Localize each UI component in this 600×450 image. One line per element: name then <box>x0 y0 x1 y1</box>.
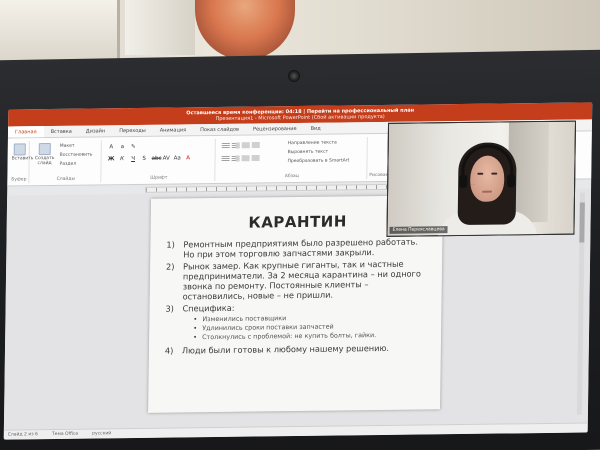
font-group: A a ✎ Ж К Ч S abc AV Aa A Шрифт <box>103 138 216 183</box>
paste-button[interactable]: Вставить <box>12 143 33 161</box>
font-color-icon[interactable]: A <box>185 155 192 161</box>
item-text: Люди были готовы к любому нашему решению… <box>181 342 390 356</box>
tab-view[interactable]: Вид <box>304 123 328 134</box>
group-label: Буфер <box>11 177 27 183</box>
slides-group: Создать слайд Макет Восстановить Раздел … <box>31 140 102 184</box>
list-controls <box>221 142 260 149</box>
item-text: Специфика: <box>182 302 235 314</box>
group-label: Абзац <box>284 173 299 180</box>
case-icon[interactable]: Aa <box>174 155 181 161</box>
align-controls <box>221 155 260 162</box>
list-item: 1) Ремонтным предприятиям было разрешено… <box>166 236 428 260</box>
outdent-icon[interactable] <box>241 142 250 149</box>
bullets-icon[interactable] <box>221 142 230 149</box>
participant-mouth <box>482 190 493 193</box>
new-slide-icon <box>38 143 51 156</box>
theme-name: Тема Office <box>51 431 79 438</box>
webcam-icon <box>288 70 300 82</box>
video-participant-tile[interactable]: Елена Переяславцева <box>386 120 577 237</box>
align-left-icon[interactable] <box>221 155 230 162</box>
list-item: 2) Рынок замер. Как крупные гиганты, так… <box>166 258 429 302</box>
paste-icon <box>13 143 26 156</box>
sub-list: Изменились поставщики Удлинились сроки п… <box>193 312 427 342</box>
shadow-icon[interactable]: S <box>141 156 148 162</box>
tab-insert[interactable]: Вставка <box>44 126 79 137</box>
layout-button[interactable]: Макет <box>60 144 75 149</box>
reset-button[interactable]: Восстановить <box>60 153 93 158</box>
bold-icon[interactable]: Ж <box>108 156 115 162</box>
font-size-controls: A a ✎ <box>108 144 137 150</box>
laptop-screen: Оставшееся время конференции: 04:18 | Пе… <box>3 102 593 440</box>
strikethrough-icon[interactable]: abc <box>152 156 162 162</box>
room-shelf <box>125 0 195 55</box>
align-center-icon[interactable] <box>231 155 240 162</box>
tab-slideshow[interactable]: Показ слайдов <box>193 124 246 136</box>
new-slide-button[interactable]: Создать слайд <box>34 143 56 166</box>
tab-animation[interactable]: Анимация <box>153 124 194 135</box>
item-number: 2) <box>166 261 175 272</box>
font-shrink-icon[interactable]: a <box>119 144 126 150</box>
italic-icon[interactable]: К <box>119 156 126 162</box>
item-text: Рынок замер. Как крупные гиганты, так и … <box>182 258 421 302</box>
participant-name: Елена Переяславцева <box>389 226 448 234</box>
item-text: Ремонтным предприятиям было разрешено ра… <box>183 236 419 260</box>
section-button[interactable]: Раздел <box>60 162 77 167</box>
headset-earcup <box>459 174 468 189</box>
sub-list-item: Столкнулись с проблемой: не купить болты… <box>193 330 427 342</box>
group-label: Слайды <box>56 176 76 182</box>
justify-icon[interactable] <box>251 155 260 162</box>
smartart-button[interactable]: Преобразовать в SmartArt <box>287 158 349 164</box>
font-style-controls: Ж К Ч S abc AV Aa A <box>108 155 192 162</box>
text-direction-button[interactable]: Направление текста <box>288 141 337 147</box>
underline-icon[interactable]: Ч <box>130 156 137 162</box>
slide-counter: Слайд 2 из 6 <box>7 432 38 438</box>
headset-earcup <box>507 174 516 188</box>
group-label: Шрифт <box>150 175 168 181</box>
list-item: 3) Специфика: <box>165 300 427 314</box>
numbering-icon[interactable] <box>231 142 240 149</box>
align-text-button[interactable]: Выровнять текст <box>288 150 329 155</box>
language-indicator[interactable]: русский <box>92 431 111 436</box>
tab-home[interactable]: Главная <box>7 126 44 138</box>
tab-transitions[interactable]: Переходы <box>112 125 153 136</box>
clipboard-group: Вставить Буфер <box>9 141 33 184</box>
list-item: 4) Люди были готовы к любому нашему реше… <box>164 342 427 356</box>
font-grow-icon[interactable]: A <box>108 144 115 150</box>
scrollbar-thumb[interactable] <box>579 202 585 243</box>
align-right-icon[interactable] <box>241 155 250 162</box>
item-number: 4) <box>164 345 174 356</box>
tab-design[interactable]: Дизайн <box>79 125 113 136</box>
paragraph-group: Направление текста Выровнять текст Преоб… <box>217 137 368 181</box>
clear-format-icon[interactable]: ✎ <box>130 144 137 150</box>
item-number: 3) <box>165 303 174 314</box>
indent-icon[interactable] <box>251 142 260 149</box>
tab-review[interactable]: Рецензирование <box>246 123 304 135</box>
room-window <box>0 0 120 60</box>
spacing-icon[interactable]: AV <box>163 156 170 162</box>
item-number: 1) <box>166 239 175 250</box>
